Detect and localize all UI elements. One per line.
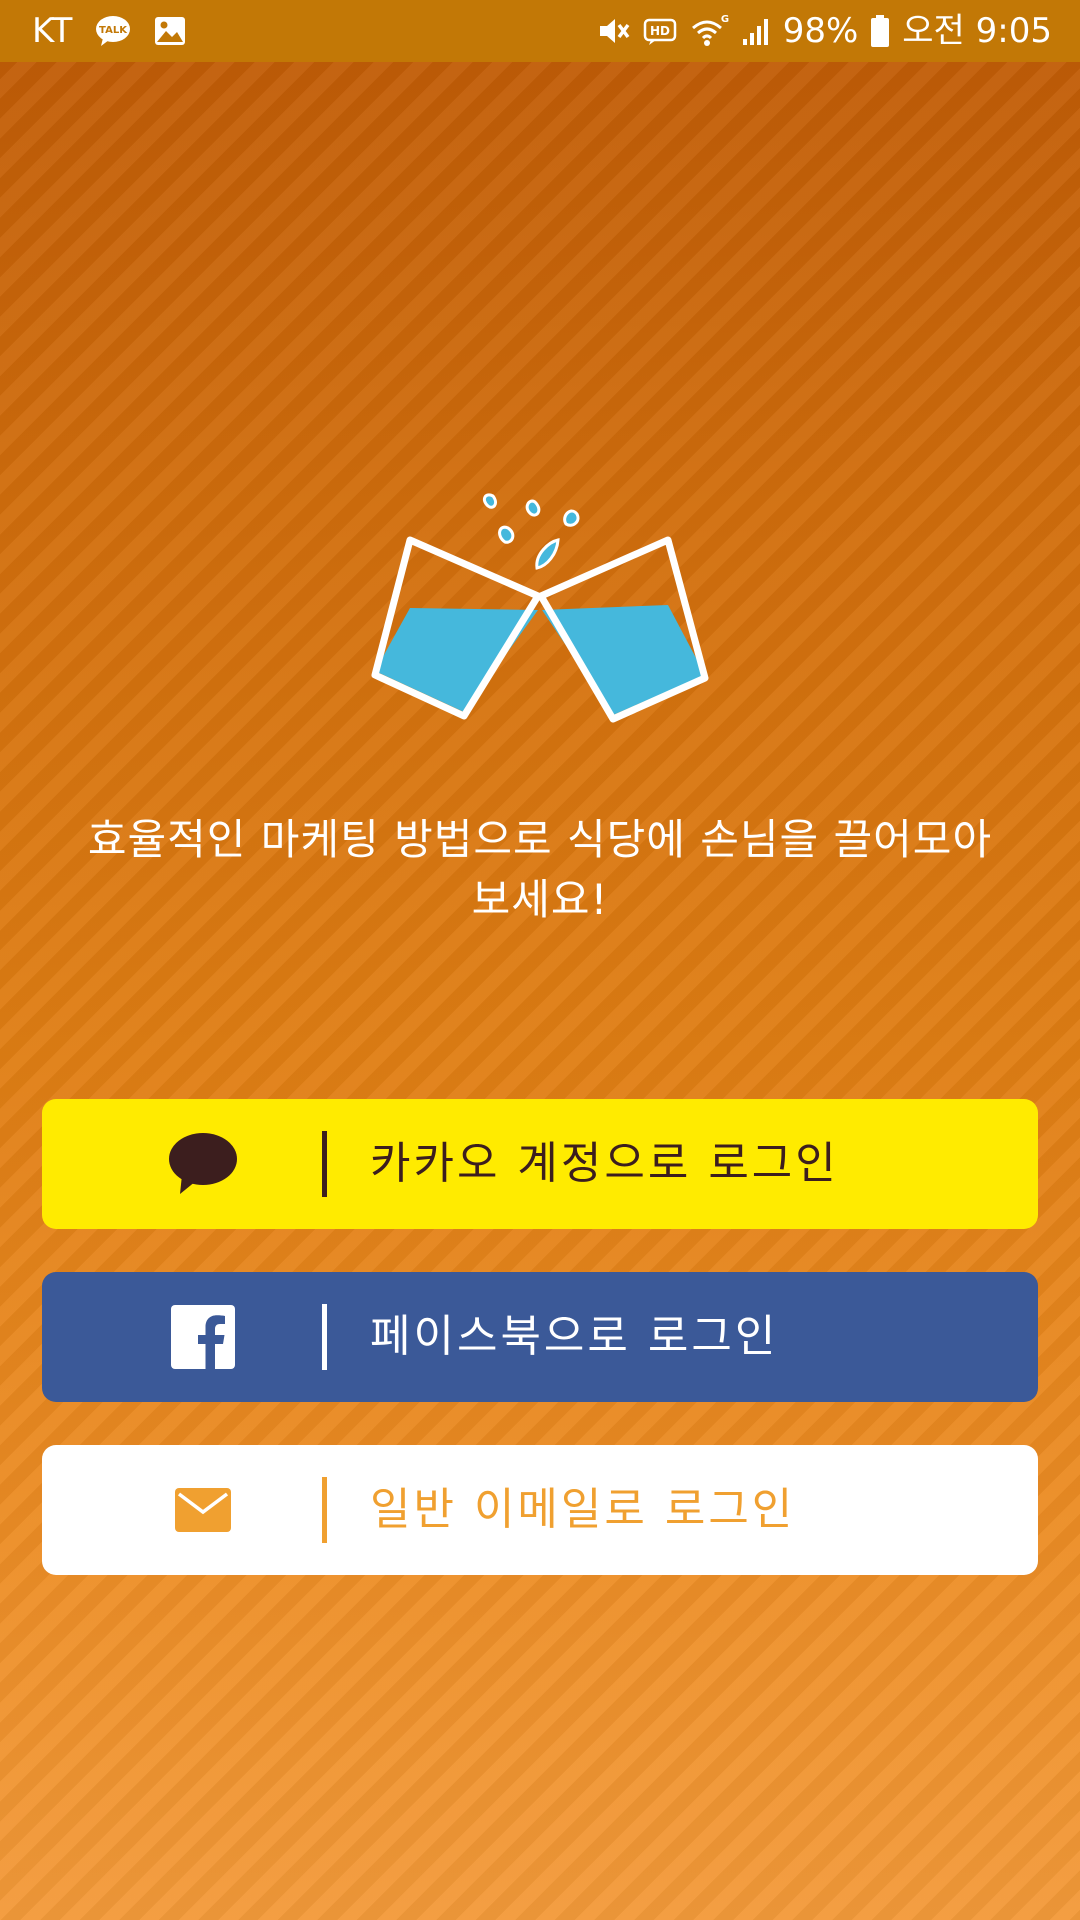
facebook-login-label: 페이스북으로 로그인: [370, 1311, 779, 1362]
mute-icon: [597, 15, 631, 47]
email-button-divider: [322, 1477, 327, 1543]
status-bar: KT TALK HD G 98% 오전 9:05: [0, 0, 1080, 62]
email-login-label: 일반 이메일로 로그인: [370, 1484, 796, 1535]
carrier-label: KT: [32, 11, 73, 51]
svg-text:HD: HD: [650, 24, 670, 38]
facebook-button-divider: [322, 1304, 327, 1370]
envelope-icon: [162, 1475, 244, 1545]
signal-icon: [741, 15, 771, 47]
kakao-login-label: 카카오 계정으로 로그인: [370, 1138, 839, 1189]
facebook-login-button[interactable]: 페이스북으로 로그인: [42, 1272, 1038, 1402]
battery-icon: [870, 14, 890, 48]
tagline: 효율적인 마케팅 방법으로 식당에 손님을 끌어모아 보세요!: [40, 810, 1040, 930]
kakao-speech-bubble-icon: [162, 1129, 244, 1199]
image-notification-icon: [154, 16, 186, 46]
clinking-glasses-icon: [365, 488, 715, 728]
wifi-icon: G: [689, 12, 729, 50]
login-screen: KT TALK HD G 98% 오전 9:05 효율적인 마케팅 방법으로 식…: [0, 0, 1080, 1920]
tagline-line-2: 보세요!: [471, 875, 609, 924]
kakao-button-divider: [322, 1131, 327, 1197]
clock: 오전 9:05: [902, 11, 1052, 51]
kakao-login-button[interactable]: 카카오 계정으로 로그인: [42, 1099, 1038, 1229]
hd-voice-icon: HD: [643, 16, 677, 46]
kakaotalk-notification-icon: TALK: [94, 14, 132, 48]
svg-text:G: G: [721, 14, 729, 25]
facebook-icon: [162, 1302, 244, 1372]
email-login-button[interactable]: 일반 이메일로 로그인: [42, 1445, 1038, 1575]
tagline-line-1: 효율적인 마케팅 방법으로 식당에 손님을 끌어모아: [87, 815, 993, 864]
svg-text:TALK: TALK: [99, 25, 128, 36]
battery-percent: 98%: [782, 11, 859, 51]
